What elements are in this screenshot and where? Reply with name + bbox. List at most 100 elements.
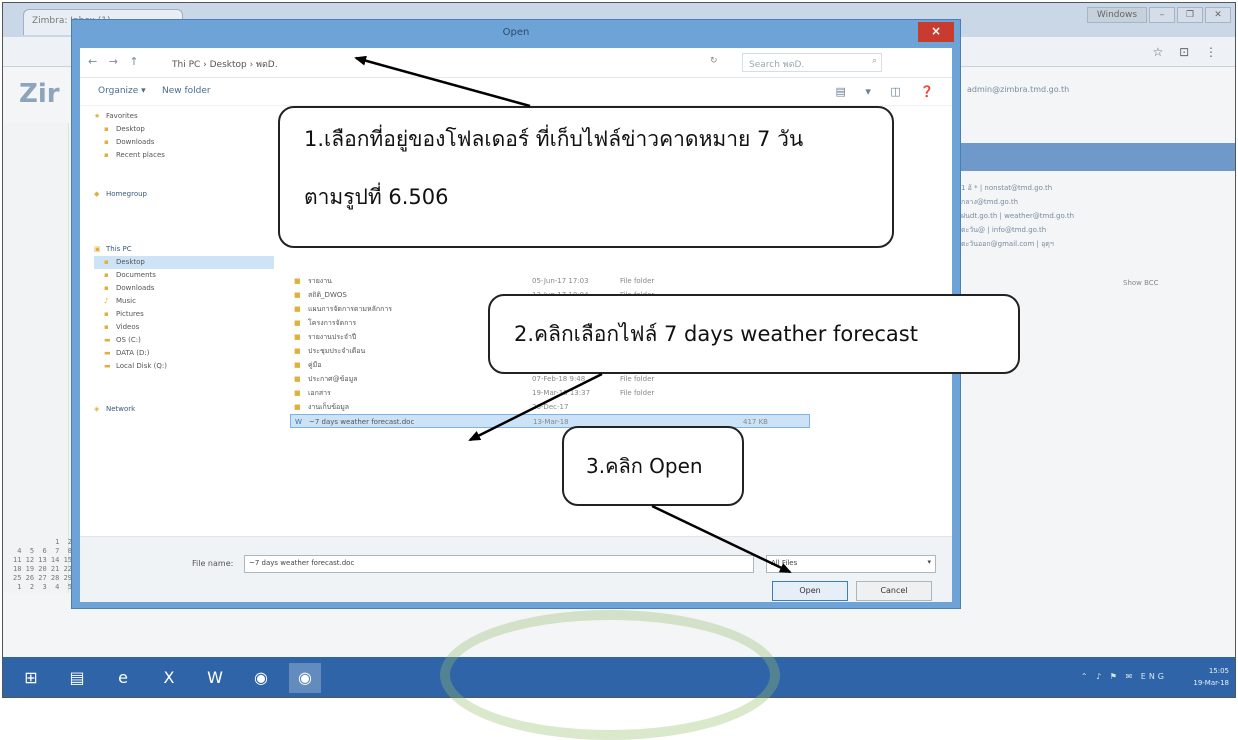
sidebar-item-label: Homegroup [106,190,148,198]
bookmark-star-icon[interactable]: ☆ ⊡ ⋮ [1153,45,1223,59]
file-type: File folder [620,375,655,383]
videos-icon: ▪ [104,323,109,331]
sidebar-item-homegroup[interactable]: ◆ Homegroup [94,188,274,201]
file-name: ประชุมประจำเดือน [308,347,366,355]
window-controls: Windows – ❐ ✕ [1087,7,1231,23]
back-forward-up-icon[interactable]: ← → ↑ [88,55,143,68]
recipient-row[interactable]: กลาง@tmd.go.th [961,195,1221,209]
view-options-icon[interactable]: ▤ ▾ ◫ ❓ [836,85,943,98]
navigation-pane: ★ Favorites ▪ Desktop ▪ Downloads ▪ Recent p… [94,110,274,416]
sidebar-item-recent-places[interactable]: ▪ Recent places [94,149,274,162]
sidebar-item-label: Music [116,297,136,305]
recipient-row[interactable]: 1 อ้ * | nonstat@tmd.go.th [961,181,1221,195]
folder-tree-panel [3,123,69,593]
sidebar-item-desktop[interactable]: ▪ Desktop [94,123,274,136]
command-bar: Organize ▾ New folder ▤ ▾ ◫ ❓ [80,78,952,106]
sidebar-item-label: Videos [116,323,140,331]
clock-date: 19-Mar-18 [1193,679,1229,687]
annotation-step-1-line-2: ตามรูปที่ 6.506 [304,185,449,209]
sidebar-item-label: Pictures [116,310,144,318]
sidebar-item-label: Desktop [116,258,145,266]
account-name[interactable]: admin@zimbra.tmd.go.th [967,85,1235,94]
clock[interactable]: 15:05 19-Mar-18 [1193,665,1229,689]
windows-user-button[interactable]: Windows [1087,7,1147,23]
folder-icon: ■ [294,333,301,341]
chrome-icon[interactable]: ◉ [245,663,277,693]
cancel-button[interactable]: Cancel [856,581,932,601]
sidebar-item-pc-desktop[interactable]: ▪ Desktop [94,256,274,269]
file-explorer-icon[interactable]: ▤ [61,663,93,693]
sidebar-item-music[interactable]: ♪ Music [94,295,274,308]
breadcrumb[interactable]: Thi PC › Desktop › พดD. [166,54,696,72]
file-date: 13-Mar-18 [533,418,569,426]
folder-icon: ■ [294,361,301,369]
documents-icon: ▪ [104,271,109,279]
homegroup-icon: ◆ [94,190,100,198]
folder-icon: ■ [294,347,301,355]
file-row[interactable]: ■ รายงาน 05-Jun-17 17:03 File folder [290,274,810,288]
sidebar-item-pictures[interactable]: ▪ Pictures [94,308,274,321]
sidebar-item-documents[interactable]: ▪ Documents [94,269,274,282]
excel-icon[interactable]: X [153,663,185,693]
file-name: รายงาน [308,277,332,285]
sidebar-item-network[interactable]: ◈ Network [94,403,274,416]
sidebar-item-drive-q[interactable]: ▬ Local Disk (Q:) [94,360,274,373]
sidebar-item-label: Favorites [106,112,138,120]
sidebar-item-favorites[interactable]: ★ Favorites [94,110,274,123]
window-close-button[interactable]: ✕ [1205,7,1231,23]
recipient-row[interactable]: ฝนdt.go.th | weather@tmd.go.th [961,209,1221,223]
search-input[interactable]: Search พดD. ⌕ [742,53,882,72]
file-name-input[interactable]: ~7 days weather forecast.doc [244,555,754,573]
system-tray[interactable]: ⌃ ♪ ⚑ ✉ ENG [1081,672,1167,681]
maximize-button[interactable]: ❐ [1177,7,1203,23]
file-name: สถิติ_DWOS [308,291,347,299]
sidebar-item-downloads[interactable]: ▪ Downloads [94,136,274,149]
folder-icon: ■ [294,305,301,313]
sidebar-item-label: Recent places [116,151,165,159]
recipient-list: 1 อ้ * | nonstat@tmd.go.th กลาง@tmd.go.t… [961,181,1221,251]
star-icon: ★ [94,112,101,120]
file-name: ประกาศ@ข้อมูล [308,375,358,383]
sidebar-item-drive-c[interactable]: ▬ OS (C:) [94,334,274,347]
start-windows-icon[interactable]: ⊞ [15,663,47,693]
sidebar-item-label: Network [106,405,136,413]
music-icon: ♪ [104,297,109,305]
sidebar-item-videos[interactable]: ▪ Videos [94,321,274,334]
word-icon[interactable]: W [199,663,231,693]
dialog-close-button[interactable]: × [918,22,954,42]
dialog-title: Open [502,27,530,38]
chevron-down-icon: ▾ [927,558,931,566]
desktop-icon: ▪ [104,258,109,266]
show-bcc-link[interactable]: Show BCC [1123,279,1159,287]
minimize-button[interactable]: – [1149,7,1175,23]
recent-icon: ▪ [104,151,109,159]
file-row[interactable]: ■ ประกาศ@ข้อมูล 07-Feb-18 9:48 File folder [290,372,810,386]
search-icon[interactable]: ⌕ [872,56,877,66]
sidebar-item-label: DATA (D:) [116,349,150,357]
sidebar-item-this-pc[interactable]: ▣ This PC [94,243,274,256]
file-row[interactable]: ■ เอกสาร 19-Mar-18 13:37 File folder [290,386,810,400]
organize-menu[interactable]: Organize ▾ [98,86,146,96]
sidebar-item-label: This PC [106,245,132,253]
internet-explorer-icon[interactable]: e [107,663,139,693]
annotation-step-3: 3.คลิก Open [562,426,744,506]
file-type-select[interactable]: All Files ▾ [766,555,936,573]
desktop-icon: ▪ [104,125,109,133]
new-folder-button[interactable]: New folder [162,86,211,96]
file-name: คู่มือ [308,361,322,369]
file-name: โครงการจัดการ [308,319,357,327]
open-button[interactable]: Open [772,581,848,601]
sidebar-item-label: Downloads [116,284,155,292]
file-type-value: All Files [771,559,798,567]
folder-icon: ■ [294,403,301,411]
sidebar-item-pc-downloads[interactable]: ▪ Downloads [94,282,274,295]
recipient-row[interactable]: ตะวันออก@gmail.com | อุตุฯ [961,237,1221,251]
file-name: รายงานประจำปี [308,333,357,341]
sidebar-item-drive-d[interactable]: ▬ DATA (D:) [94,347,274,360]
file-row[interactable]: ■ งานเก็บข้อมูล 26-Dec-17 [290,400,810,414]
recipient-row[interactable]: ตะวัน@ | info@tmd.go.th [961,223,1221,237]
file-type: File folder [620,277,655,285]
refresh-icon[interactable]: ↻ [710,56,718,66]
chrome-active-icon[interactable]: ◉ [289,663,321,693]
sidebar-item-label: Documents [116,271,156,279]
